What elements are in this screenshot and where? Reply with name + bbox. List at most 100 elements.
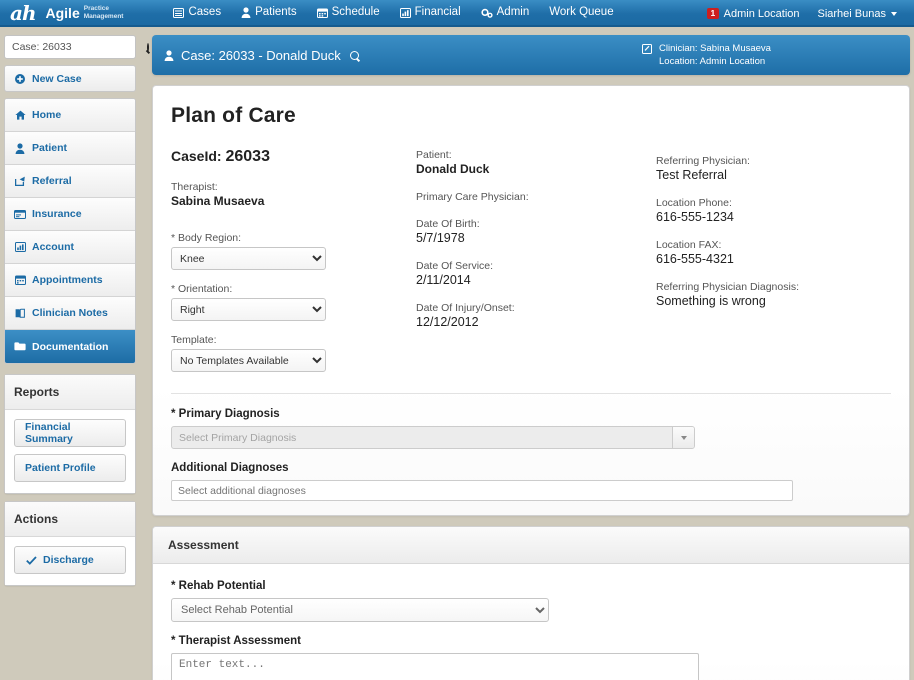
referring-diagnosis-value: Something is wrong <box>656 294 766 308</box>
pcp-label: Primary Care Physician: <box>416 191 529 203</box>
rehab-potential-select[interactable]: Select Rehab Potential <box>171 598 549 622</box>
case-search-icon[interactable] <box>349 50 359 60</box>
referring-physician-label: Referring Physician: <box>656 155 750 167</box>
primary-diagnosis-label: * Primary Diagnosis <box>171 408 280 420</box>
nav-item-admin-label: Admin <box>496 6 530 18</box>
new-case-button[interactable]: New Case <box>4 65 136 92</box>
notes-icon <box>14 308 26 318</box>
additional-diagnoses-field: Additional Diagnoses <box>171 462 891 501</box>
plus-circle-icon <box>14 73 26 84</box>
plan-of-care-body: Plan of Care CaseId: 26033 Therapist: Sa… <box>153 86 909 515</box>
pcp-field: Primary Care Physician: <box>416 190 656 204</box>
edit-box-icon <box>642 44 652 59</box>
location-label: Admin Location <box>723 7 800 20</box>
dob-value: 5/7/1978 <box>416 231 465 245</box>
user-menu[interactable]: Siarhei Bunas <box>809 8 907 20</box>
plan-of-care-columns: CaseId: 26033 Therapist: Sabina Musaeva … <box>171 148 891 385</box>
page-body: New Case Home Patient Referral <box>0 27 914 680</box>
nav-item-cases[interactable]: Cases <box>163 0 231 26</box>
sidebar-menu: Home Patient Referral Insurance Account … <box>4 98 136 364</box>
actions-panel: Actions Discharge <box>4 501 136 586</box>
top-navigation-bar: ah Agile Practice Management Cases Patie… <box>0 0 914 27</box>
case-search-input[interactable] <box>12 41 147 53</box>
sidebar-item-clinician-notes[interactable]: Clinician Notes <box>5 297 135 330</box>
discharge-button[interactable]: Discharge <box>14 546 126 574</box>
doi-field: Date Of Injury/Onset: 12/12/2012 <box>416 301 656 330</box>
sidebar-item-appointments[interactable]: Appointments <box>5 264 135 297</box>
therapist-assessment-textarea[interactable] <box>171 653 699 680</box>
location-line: Location: Admin Location <box>659 55 766 67</box>
dos-label: Date Of Service: <box>416 260 494 272</box>
nav-item-financial[interactable]: Financial <box>390 0 471 26</box>
nav-item-work-queue-label: Work Queue <box>549 6 614 18</box>
assessment-card: Assessment * Rehab Potential Select Reha… <box>152 526 910 680</box>
location-phone-field: Location Phone: 616-555-1234 <box>656 196 891 225</box>
rehab-potential-field: * Rehab Potential Select Rehab Potential <box>171 580 891 622</box>
sidebar-item-account[interactable]: Account <box>5 231 135 264</box>
sidebar-item-insurance[interactable]: Insurance <box>5 198 135 231</box>
nav-item-admin[interactable]: Admin <box>471 0 540 26</box>
sidebar-item-patient[interactable]: Patient <box>5 132 135 165</box>
therapist-assessment-field: * Therapist Assessment <box>171 635 891 680</box>
orientation-field: * Orientation: Right <box>171 283 416 321</box>
nav-item-schedule[interactable]: Schedule <box>307 0 390 26</box>
template-field: Template: No Templates Available <box>171 334 416 372</box>
report-financial-summary-label: Financial Summary <box>25 421 73 445</box>
person-icon <box>14 142 26 154</box>
sidebar-item-documentation[interactable]: Documentation <box>5 330 135 363</box>
case-search-box[interactable] <box>4 35 149 59</box>
chevron-down-icon[interactable] <box>672 427 694 448</box>
therapist-field: Therapist: Sabina Musaeva <box>171 180 416 209</box>
location-phone-value: 616-555-1234 <box>656 210 734 224</box>
case-header-bar: Case: 26033 - Donald Duck Clinician: Sab… <box>152 35 910 75</box>
report-patient-profile-label: Patient Profile <box>25 462 96 474</box>
doi-value: 12/12/2012 <box>416 315 479 329</box>
referring-diagnosis-label: Referring Physician Diagnosis: <box>656 281 799 293</box>
referring-diagnosis-field: Referring Physician Diagnosis: Something… <box>656 280 891 309</box>
case-header-title-group[interactable]: Case: 26033 - Donald Duck <box>164 48 359 63</box>
clinician-location-info[interactable]: Clinician: Sabina Musaeva Location: Admi… <box>642 43 771 68</box>
insurance-card-icon <box>14 209 26 219</box>
therapist-value: Sabina Musaeva <box>171 194 265 208</box>
nav-item-financial-label: Financial <box>414 6 461 18</box>
sidebar-item-appointments-label: Appointments <box>32 274 103 286</box>
additional-diagnoses-input[interactable] <box>171 480 793 501</box>
primary-diagnosis-placeholder: Select Primary Diagnosis <box>179 431 297 444</box>
therapist-label: Therapist: <box>171 181 218 193</box>
report-financial-summary-button[interactable]: Financial Summary <box>14 419 126 447</box>
primary-nav-items: Cases Patients Schedule Financial Admin <box>163 0 623 26</box>
nav-item-patients[interactable]: Patients <box>231 0 307 26</box>
search-icon[interactable] <box>147 42 149 52</box>
orientation-select[interactable]: Right <box>171 298 326 321</box>
financial-icon <box>399 7 411 18</box>
assessment-body: * Rehab Potential Select Rehab Potential… <box>153 564 909 680</box>
dob-field: Date Of Birth: 5/7/1978 <box>416 217 656 246</box>
location-fax-value: 616-555-4321 <box>656 252 734 266</box>
caseid-value: 26033 <box>225 148 270 165</box>
body-region-select[interactable]: Knee <box>171 247 326 270</box>
patient-value: Donald Duck <box>416 162 490 176</box>
location-fax-field: Location FAX: 616-555-4321 <box>656 238 891 267</box>
primary-diagnosis-field: * Primary Diagnosis Select Primary Diagn… <box>171 408 891 449</box>
report-patient-profile-button[interactable]: Patient Profile <box>14 454 126 482</box>
assessment-heading: Assessment <box>153 527 909 564</box>
location-phone-label: Location Phone: <box>656 197 732 209</box>
template-select[interactable]: No Templates Available <box>171 349 326 372</box>
template-label: Template: <box>171 334 217 346</box>
nav-item-work-queue[interactable]: Work Queue <box>539 0 623 26</box>
app-logo[interactable]: ah Agile Practice Management <box>0 0 131 25</box>
check-icon <box>25 555 37 565</box>
folder-icon <box>14 342 26 351</box>
sidebar-item-home[interactable]: Home <box>5 99 135 132</box>
schedule-icon <box>316 8 328 18</box>
patient-field: Patient: Donald Duck <box>416 148 656 177</box>
location-selector[interactable]: 1 Admin Location <box>698 8 809 20</box>
sidebar-item-account-label: Account <box>32 241 74 253</box>
referral-icon <box>14 176 26 186</box>
primary-diagnosis-select[interactable]: Select Primary Diagnosis <box>171 426 695 449</box>
therapist-assessment-label: * Therapist Assessment <box>171 635 301 647</box>
sidebar-item-referral[interactable]: Referral <box>5 165 135 198</box>
discharge-label: Discharge <box>43 554 94 566</box>
patients-icon <box>241 7 251 18</box>
referring-physician-field: Referring Physician: Test Referral <box>656 154 891 183</box>
